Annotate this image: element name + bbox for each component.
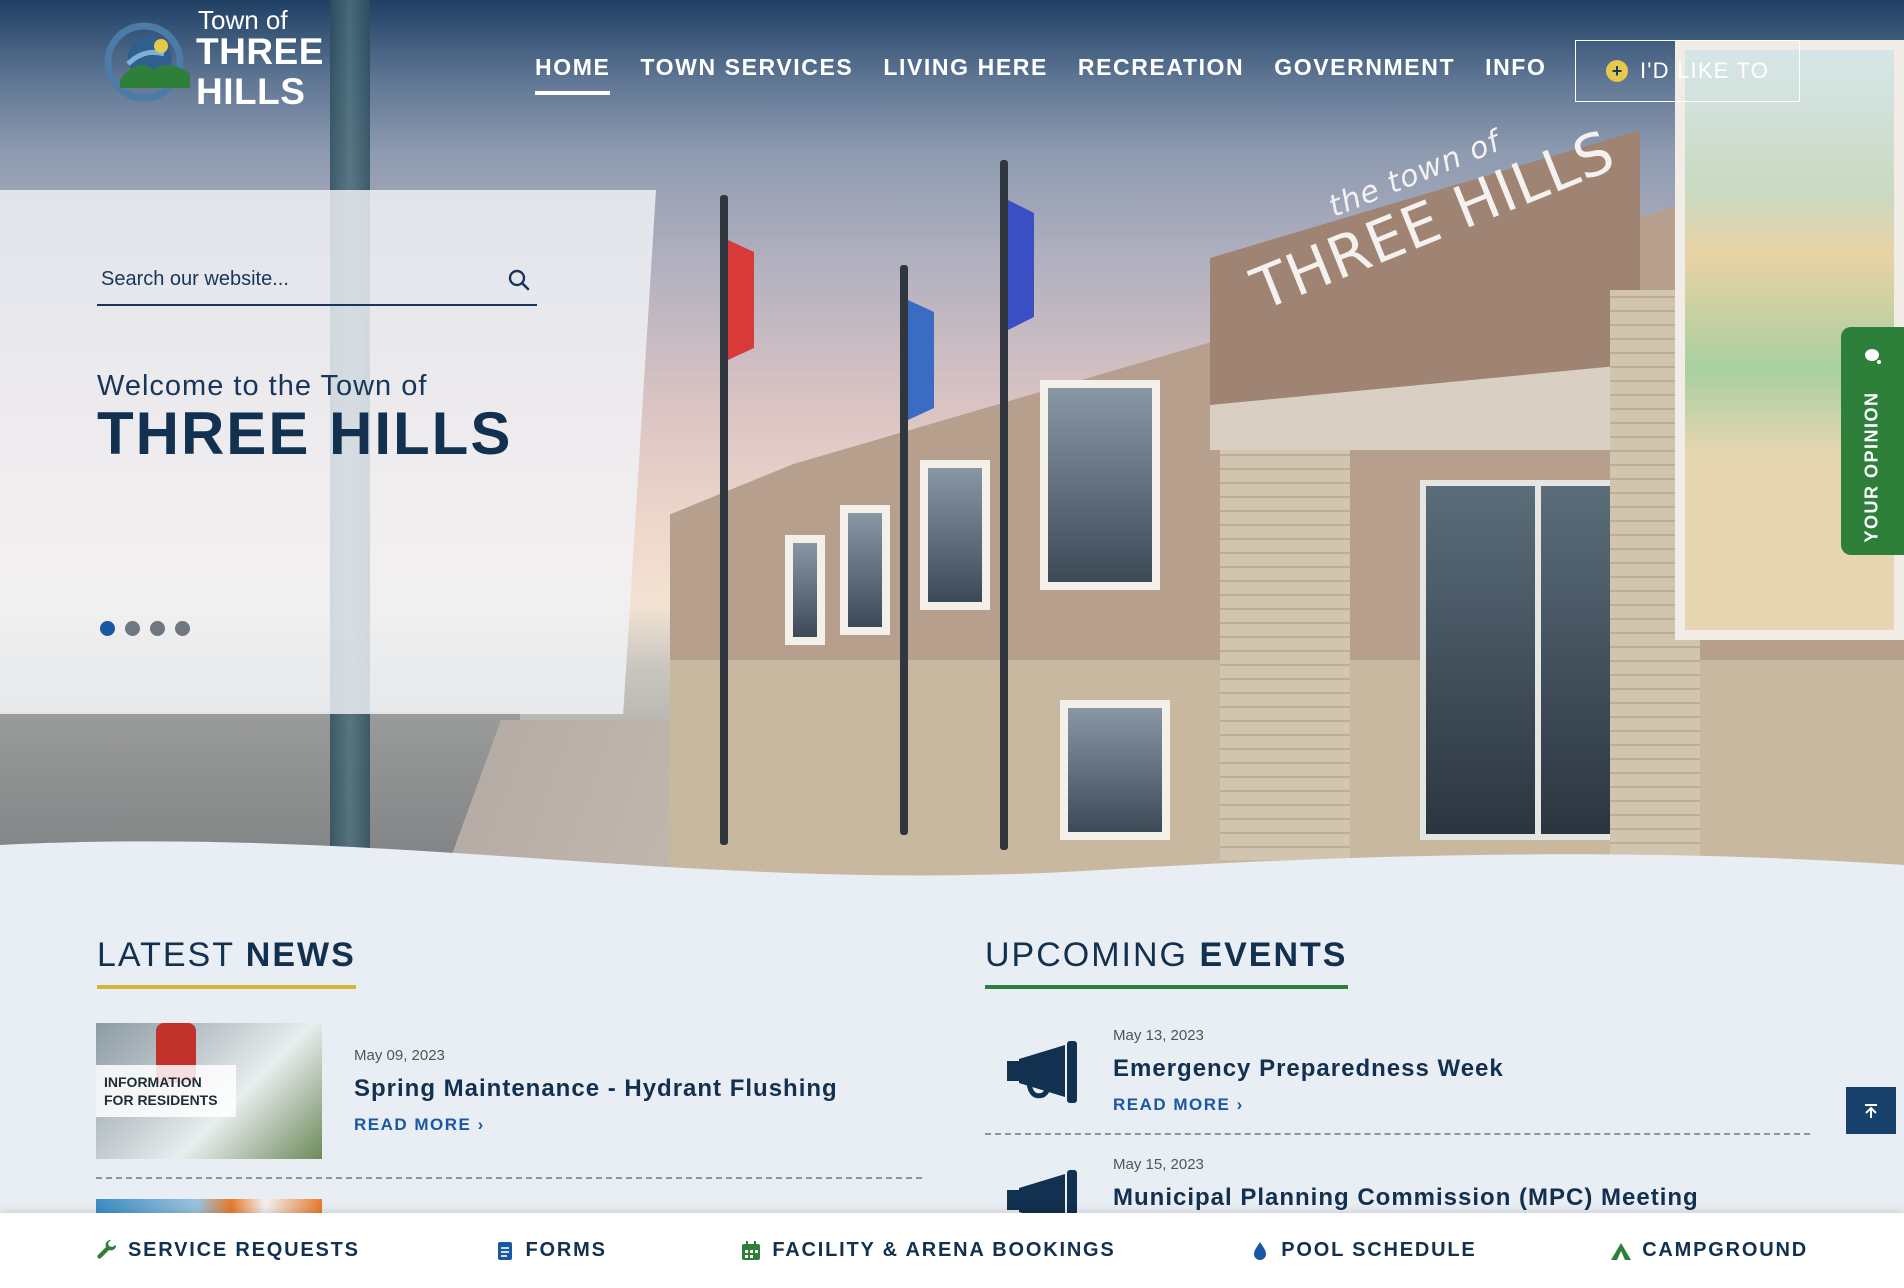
slider-dot-1[interactable] — [100, 621, 115, 636]
quicklink-label: SERVICE REQUESTS — [128, 1239, 360, 1261]
id-like-to-label: I'D LIKE TO — [1639, 58, 1770, 83]
quicklink-label: FORMS — [525, 1239, 607, 1261]
welcome-title: THREE HILLS — [97, 400, 513, 467]
logo-big-text: THREE HILLS — [196, 31, 324, 112]
calendar-icon — [742, 1240, 761, 1260]
news-thumbnail[interactable]: INFORMATION FOR RESIDENTS — [96, 1023, 322, 1159]
quicklink-label: POOL SCHEDULE — [1281, 1239, 1477, 1261]
thumbnail-caption-line-1: INFORMATION — [104, 1074, 202, 1090]
tent-icon — [1611, 1242, 1632, 1260]
slider-dots — [100, 621, 190, 636]
wrench-icon — [97, 1239, 117, 1259]
site-logo[interactable]: Town of THREE HILLS — [98, 7, 428, 112]
quicklink-facility-bookings[interactable]: FACILITY & ARENA BOOKINGS — [740, 1239, 1115, 1262]
arrow-up-icon — [1865, 1103, 1877, 1118]
three-hills-logo-icon — [104, 22, 190, 102]
nav-recreation[interactable]: RECREATION — [1063, 54, 1259, 81]
quicklink-pool-schedule[interactable]: POOL SCHEDULE — [1249, 1239, 1476, 1262]
search-icon[interactable] — [507, 268, 531, 292]
quicklink-label: CAMPGROUND — [1642, 1239, 1808, 1261]
event-title[interactable]: Emergency Preparedness Week — [1113, 1055, 1504, 1083]
your-opinion-tab[interactable]: YOUR OPINION — [1841, 327, 1904, 555]
nav-home[interactable]: HOME — [535, 54, 625, 95]
news-item[interactable]: INFORMATION FOR RESIDENTS May 09, 2023 S… — [96, 1023, 922, 1179]
flag-pole — [900, 265, 908, 835]
site-search — [97, 256, 537, 306]
upcoming-events-heading: UPCOMING EVENTS — [985, 936, 1348, 989]
document-icon — [497, 1241, 512, 1260]
quicklink-forms[interactable]: FORMS — [494, 1239, 607, 1262]
building-window — [1040, 380, 1160, 590]
canada-flag — [728, 240, 754, 360]
thumbnail-caption: INFORMATION FOR RESIDENTS — [96, 1065, 236, 1117]
thumbnail-caption-line-2: FOR RESIDENTS — [104, 1092, 218, 1108]
flag-pole — [1000, 160, 1008, 850]
water-drop-icon — [1254, 1241, 1267, 1260]
building-window — [920, 460, 990, 610]
slider-dot-3[interactable] — [150, 621, 165, 636]
events-heading-light: UPCOMING — [985, 936, 1188, 974]
quicklink-label: FACILITY & ARENA BOOKINGS — [772, 1239, 1116, 1261]
events-heading-bold: EVENTS — [1199, 936, 1348, 974]
your-opinion-label: YOUR OPINION — [1861, 391, 1882, 543]
search-input[interactable] — [97, 256, 487, 302]
news-heading-bold: NEWS — [245, 936, 356, 974]
site-header: Town of THREE HILLS HOME TOWN SERVICES L… — [0, 0, 1904, 112]
latest-news-heading: LATEST NEWS — [97, 936, 356, 989]
alberta-flag — [908, 300, 934, 420]
flag-pole — [720, 195, 728, 845]
slider-dot-2[interactable] — [125, 621, 140, 636]
event-title[interactable]: Municipal Planning Commission (MPC) Meet… — [1113, 1184, 1699, 1212]
town-flag — [1008, 200, 1034, 330]
quicklink-service-requests[interactable]: SERVICE REQUESTS — [96, 1239, 360, 1262]
event-read-more-link[interactable]: READ MORE › — [1113, 1095, 1244, 1115]
read-more-label: READ MORE — [354, 1115, 472, 1134]
building-window — [785, 535, 825, 645]
event-date: May 15, 2023 — [1113, 1156, 1204, 1173]
nav-living-here[interactable]: LIVING HERE — [868, 54, 1063, 81]
news-headline[interactable]: Spring Maintenance - Hydrant Flushing — [354, 1075, 838, 1103]
news-heading-light: LATEST — [97, 936, 235, 974]
back-to-top-button[interactable] — [1846, 1087, 1896, 1134]
main-navigation: HOME TOWN SERVICES LIVING HERE RECREATIO… — [535, 54, 1561, 95]
event-item[interactable]: May 13, 2023 Emergency Preparedness Week… — [985, 1023, 1810, 1135]
chevron-right-icon: › — [477, 1115, 485, 1134]
megaphone-icon — [1007, 1041, 1077, 1103]
quicklink-campground[interactable]: CAMPGROUND — [1610, 1239, 1808, 1262]
read-more-label: READ MORE — [1113, 1095, 1231, 1114]
hero-welcome: Welcome to the Town of THREE HILLS — [97, 370, 512, 465]
slider-dot-4[interactable] — [175, 621, 190, 636]
nav-government[interactable]: GOVERNMENT — [1259, 54, 1470, 81]
hero-wave-divider — [0, 841, 1904, 890]
brick-column — [1220, 440, 1350, 860]
news-date: May 09, 2023 — [354, 1047, 445, 1064]
nav-info[interactable]: INFO — [1470, 54, 1561, 81]
quick-links-bar: SERVICE REQUESTS FORMS FACILITY & ARENA … — [0, 1213, 1904, 1288]
chat-bubble-icon — [1865, 349, 1881, 364]
building-window — [840, 505, 890, 635]
plus-circle-icon: + — [1605, 60, 1628, 82]
building-window — [1060, 700, 1170, 840]
welcome-subtitle: Welcome to the Town of — [97, 370, 428, 402]
nav-town-services[interactable]: TOWN SERVICES — [625, 54, 868, 81]
id-like-to-button[interactable]: + I'D LIKE TO — [1575, 40, 1800, 102]
event-item[interactable]: May 15, 2023 Municipal Planning Commissi… — [985, 1152, 1810, 1232]
chevron-right-icon: › — [1236, 1095, 1244, 1114]
event-date: May 13, 2023 — [1113, 1027, 1204, 1044]
news-read-more-link[interactable]: READ MORE › — [354, 1115, 485, 1135]
logo-small-text: Town of — [198, 5, 288, 35]
